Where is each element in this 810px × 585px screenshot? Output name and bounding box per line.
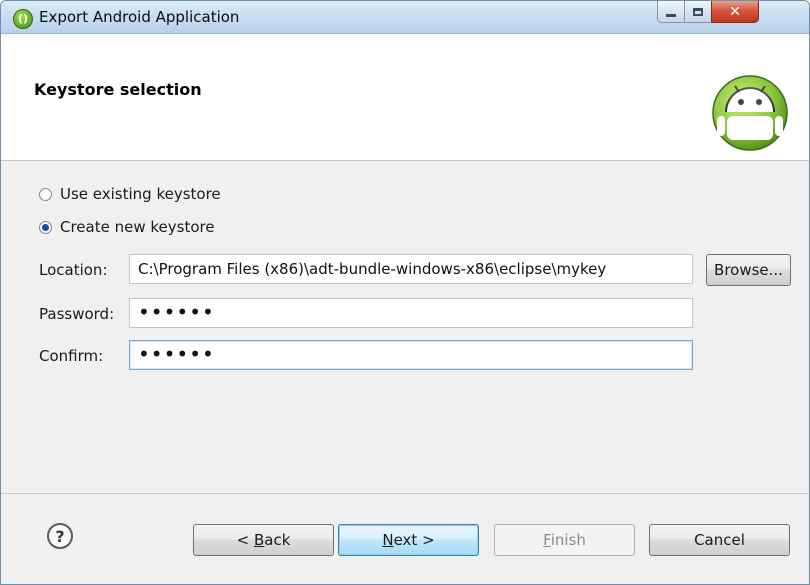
android-logo-icon <box>712 75 788 151</box>
minimize-icon <box>666 14 676 17</box>
cancel-label: Cancel <box>694 531 745 549</box>
use-existing-radio[interactable] <box>39 187 52 201</box>
finish-button[interactable]: Finish <box>494 524 635 556</box>
help-icon[interactable]: ? <box>47 523 73 549</box>
cancel-button[interactable]: Cancel <box>649 524 790 556</box>
maximize-icon <box>693 7 703 16</box>
close-icon: ✕ <box>729 3 741 20</box>
page-title: Keystore selection <box>34 80 202 99</box>
use-existing-keystore-option[interactable]: Use existing keystore <box>39 185 221 203</box>
confirm-label: Confirm: <box>39 347 104 365</box>
password-input[interactable]: •••••• <box>129 298 693 328</box>
create-new-label: Create new keystore <box>60 218 215 236</box>
eclipse-app-icon: () <box>13 9 33 29</box>
title-bar[interactable]: () Export Android Application ✕ <box>1 1 809 34</box>
password-label: Password: <box>39 305 115 323</box>
browse-button[interactable]: Browse... <box>706 254 791 286</box>
create-new-keystore-option[interactable]: Create new keystore <box>39 218 215 236</box>
use-existing-label: Use existing keystore <box>60 185 221 203</box>
close-button[interactable]: ✕ <box>711 1 759 23</box>
browse-label: Browse... <box>714 261 783 279</box>
minimize-button[interactable] <box>657 1 685 23</box>
maximize-button[interactable] <box>684 1 712 23</box>
wizard-header: Keystore selection <box>1 34 809 161</box>
back-label: < Back <box>236 531 291 549</box>
location-value: C:\Program Files (x86)\adt-bundle-window… <box>138 260 607 278</box>
confirm-input[interactable]: •••••• <box>129 340 693 370</box>
location-input[interactable]: C:\Program Files (x86)\adt-bundle-window… <box>129 254 693 284</box>
window-title: Export Android Application <box>39 8 240 26</box>
export-dialog: () Export Android Application ✕ Keystore… <box>0 0 810 585</box>
next-label: Next > <box>382 531 435 549</box>
footer-divider <box>1 493 809 494</box>
password-value: •••••• <box>138 299 215 324</box>
next-button[interactable]: Next > <box>338 524 479 556</box>
location-label: Location: <box>39 261 108 279</box>
back-button[interactable]: < Back <box>193 524 334 556</box>
confirm-value: •••••• <box>138 341 215 366</box>
finish-label: Finish <box>543 531 586 549</box>
create-new-radio[interactable] <box>39 220 52 234</box>
radio-selected-dot <box>42 223 49 231</box>
